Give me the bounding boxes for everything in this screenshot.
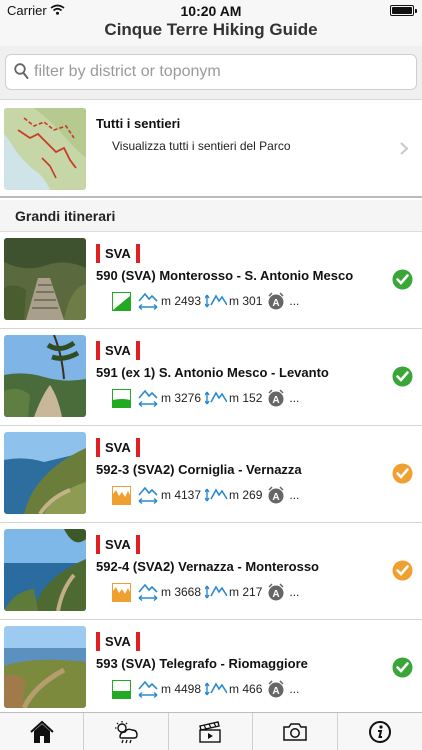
- trail-stats: m 2493 m 301 A ...: [112, 290, 299, 312]
- trail-photo: [4, 335, 86, 417]
- trail-distance: m 4137: [161, 488, 202, 502]
- tab-home[interactable]: [0, 713, 85, 750]
- trail-photo: [4, 626, 86, 708]
- info-icon: [368, 720, 391, 743]
- alarm-icon: A: [268, 583, 284, 601]
- trail-list: SVA 590 (SVA) Monterosso - S. Antonio Me…: [0, 232, 422, 708]
- trail-stats: m 4498 m 466 A ...: [112, 678, 299, 700]
- elevation-icon: [205, 585, 228, 599]
- trail-row[interactable]: SVA 590 (SVA) Monterosso - S. Antonio Me…: [0, 232, 422, 329]
- all-trails-row[interactable]: Tutti i sentieri Visualizza tutti i sent…: [0, 101, 422, 198]
- elevation-icon: [205, 488, 228, 502]
- trail-stats: m 3668 m 217 A ...: [112, 581, 299, 603]
- trail-name: 592-3 (SVA2) Corniglia - Vernazza: [96, 462, 302, 477]
- svg-text:A: A: [273, 298, 280, 309]
- svg-text:A: A: [273, 589, 280, 600]
- difficulty-medium-icon: [112, 291, 131, 311]
- more-indicator: ...: [289, 391, 300, 405]
- trail-badge: SVA: [96, 244, 140, 263]
- trail-elevation: m 152: [229, 391, 263, 405]
- alarm-icon: A: [268, 486, 284, 504]
- trail-badge: SVA: [96, 341, 140, 360]
- elevation-icon: [205, 682, 228, 696]
- tab-bar: [0, 712, 422, 750]
- more-indicator: ...: [289, 585, 300, 599]
- difficulty-hilly-icon: [112, 582, 131, 602]
- alarm-icon: A: [268, 680, 284, 698]
- trail-elevation: m 301: [229, 294, 263, 308]
- trail-distance: m 3276: [161, 391, 202, 405]
- trail-photo: [4, 432, 86, 514]
- distance-icon: [138, 680, 158, 699]
- difficulty-gentle-icon: [112, 388, 131, 408]
- chevron-right-icon: [400, 142, 408, 155]
- trail-name: 593 (SVA) Telegrafo - Riomaggiore: [96, 656, 308, 671]
- completed-check-icon: [392, 366, 413, 387]
- distance-icon: [138, 292, 158, 311]
- more-indicator: ...: [289, 682, 300, 696]
- trail-distance: m 4498: [161, 682, 202, 696]
- tab-camera[interactable]: [253, 713, 338, 750]
- trail-badge: SVA: [96, 438, 140, 457]
- clock: 10:20 AM: [180, 3, 242, 19]
- trail-name: 592-4 (SVA2) Vernazza - Monterosso: [96, 559, 319, 574]
- home-icon: [30, 720, 54, 743]
- section-title: Grandi itinerari: [15, 208, 116, 224]
- video-icon: [199, 720, 222, 743]
- trail-name: 590 (SVA) Monterosso - S. Antonio Mesco: [96, 268, 354, 283]
- all-trails-subtitle: Visualizza tutti i sentieri del Parco: [112, 139, 291, 153]
- search-icon: [14, 63, 29, 79]
- trail-badge: SVA: [96, 632, 140, 651]
- tab-weather[interactable]: [84, 713, 169, 750]
- difficulty-flat-icon: [112, 679, 131, 699]
- battery-icon: [390, 5, 417, 16]
- svg-text:A: A: [273, 395, 280, 406]
- more-indicator: ...: [289, 488, 300, 502]
- partial-check-icon: [392, 463, 413, 484]
- trail-photo: [4, 529, 86, 611]
- trail-photo: [4, 238, 86, 320]
- alarm-icon: A: [268, 292, 284, 310]
- trail-badge: SVA: [96, 535, 140, 554]
- all-trails-title: Tutti i sentieri: [96, 116, 181, 131]
- page-title: Cinque Terre Hiking Guide: [104, 20, 318, 39]
- partial-check-icon: [392, 560, 413, 581]
- navigation-bar: Cinque Terre Hiking Guide: [0, 20, 422, 46]
- trail-row[interactable]: SVA 592-4 (SVA2) Vernazza - Monterosso m…: [0, 523, 422, 620]
- distance-icon: [138, 486, 158, 505]
- trail-name: 591 (ex 1) S. Antonio Mesco - Levanto: [96, 365, 329, 380]
- trail-row[interactable]: SVA 591 (ex 1) S. Antonio Mesco - Levant…: [0, 329, 422, 426]
- more-indicator: ...: [289, 294, 300, 308]
- camera-icon: [283, 722, 307, 741]
- svg-text:A: A: [273, 492, 280, 503]
- trail-stats: m 3276 m 152 A ...: [112, 387, 299, 409]
- alarm-icon: A: [268, 389, 284, 407]
- trail-distance: m 2493: [161, 294, 202, 308]
- tab-info[interactable]: [338, 713, 422, 750]
- map-thumbnail: [4, 108, 86, 190]
- svg-text:A: A: [273, 686, 280, 697]
- search-area: [0, 46, 422, 100]
- completed-check-icon: [392, 269, 413, 290]
- trail-elevation: m 466: [229, 682, 263, 696]
- trail-stats: m 4137 m 269 A ...: [112, 484, 299, 506]
- trail-elevation: m 217: [229, 585, 263, 599]
- trail-distance: m 3668: [161, 585, 202, 599]
- elevation-icon: [205, 294, 228, 308]
- completed-check-icon: [392, 657, 413, 678]
- search-box[interactable]: [5, 54, 417, 90]
- section-header: Grandi itinerari: [0, 200, 422, 232]
- difficulty-hilly-icon: [112, 485, 131, 505]
- distance-icon: [138, 583, 158, 602]
- trail-row[interactable]: SVA 592-3 (SVA2) Corniglia - Vernazza m …: [0, 426, 422, 523]
- elevation-icon: [205, 391, 228, 405]
- tab-video[interactable]: [169, 713, 254, 750]
- trail-elevation: m 269: [229, 488, 263, 502]
- trail-row[interactable]: SVA 593 (SVA) Telegrafo - Riomaggiore m …: [0, 620, 422, 708]
- weather-icon: [115, 720, 138, 743]
- status-bar: Carrier 10:20 AM: [0, 0, 422, 20]
- search-input[interactable]: [34, 60, 404, 84]
- distance-icon: [138, 389, 158, 408]
